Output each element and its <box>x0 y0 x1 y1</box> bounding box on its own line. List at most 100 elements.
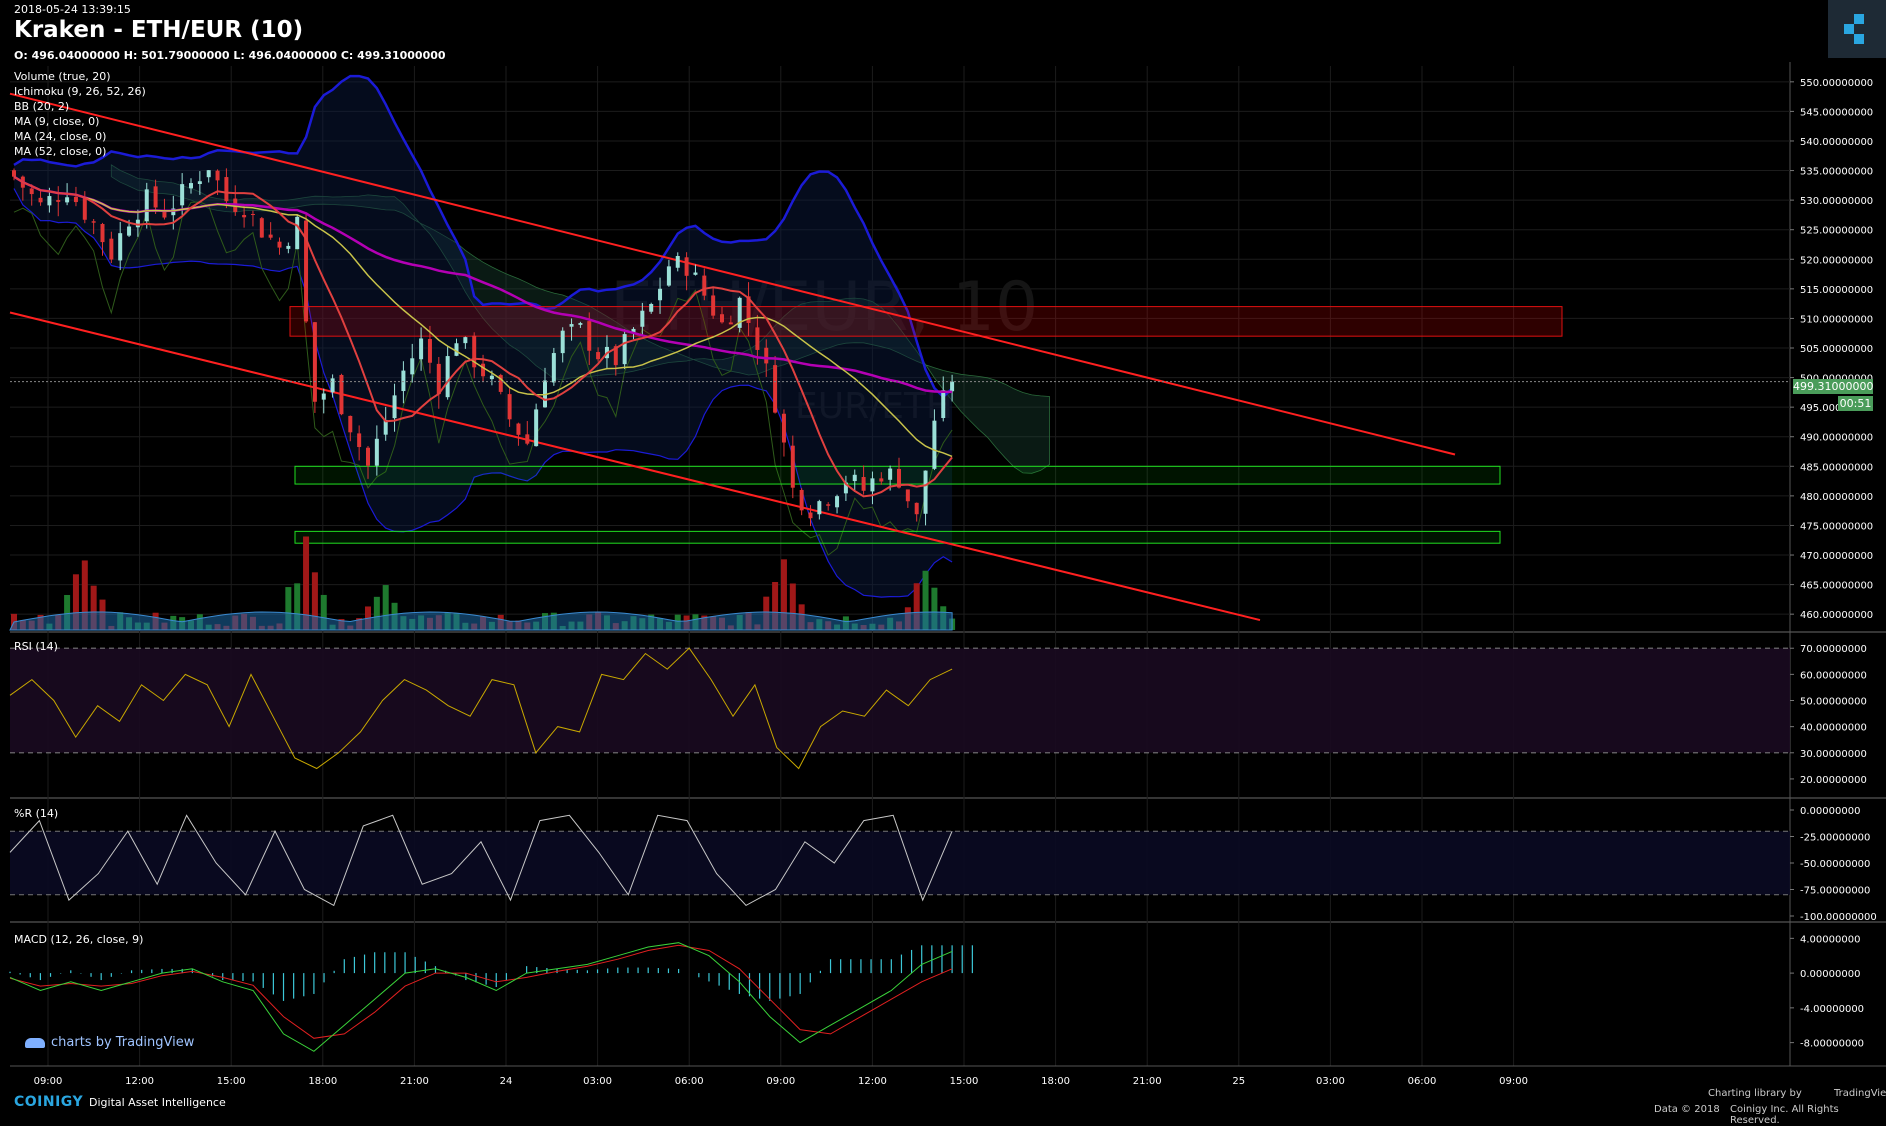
candle-body <box>852 474 857 482</box>
candle-body <box>312 322 317 402</box>
chart-svg[interactable]: 09:00 12:00 15:00 18:00 21:00 24 03:00 06:00 09:… <box>0 0 1886 1116</box>
candle-body <box>879 478 884 482</box>
pane-macd-label[interactable]: MACD (12, 26, close, 9) <box>14 933 143 946</box>
x-tick-label: 21:00 <box>400 1076 429 1087</box>
candle-body <box>259 218 264 238</box>
candle-body <box>436 363 441 395</box>
candle-body <box>675 256 680 268</box>
coinigy-logo[interactable]: COINIGY <box>14 1094 83 1110</box>
candle-body <box>29 188 34 195</box>
candle-body <box>693 272 698 275</box>
rsi-tick-label: 30.00000000 <box>1800 749 1867 760</box>
candle-body <box>250 214 255 216</box>
pane-rsi-label[interactable]: RSI (14) <box>14 640 58 653</box>
candle-body <box>516 423 521 435</box>
candle-body <box>640 310 645 327</box>
tradingview-small-label: TradingView <box>1834 1088 1886 1099</box>
indicator-ma24[interactable]: MA (24, close, 0) <box>14 130 106 143</box>
tradingview-cloud-icon <box>25 1037 45 1048</box>
candle-body <box>622 334 627 365</box>
candle-body <box>286 245 291 249</box>
candle-body <box>587 321 592 351</box>
x-tick-label: 06:00 <box>675 1076 704 1087</box>
rsi-tick-label: 50.00000000 <box>1800 697 1867 708</box>
candle-body <box>268 234 273 238</box>
candle-body <box>507 394 512 420</box>
x-tick-label: 09:00 <box>34 1076 63 1087</box>
indicator-volume[interactable]: Volume (true, 20) <box>14 70 111 83</box>
charting-library-label: Charting library by <box>1708 1088 1802 1099</box>
rsi-tick-label: 60.00000000 <box>1800 670 1867 681</box>
indicator-ma52[interactable]: MA (52, close, 0) <box>14 145 106 158</box>
y-tick-label: 510.00000000 <box>1800 314 1873 325</box>
candle-body <box>702 275 707 296</box>
macd-tick-label: -4.00000000 <box>1800 1004 1864 1015</box>
candle-body <box>118 233 123 261</box>
y-tick-label: 460.00000000 <box>1800 610 1873 621</box>
candle-body <box>534 409 539 447</box>
candle-body <box>764 347 769 364</box>
corner-icon-block-3 <box>1854 34 1864 44</box>
x-tick-label: 25 <box>1232 1076 1245 1087</box>
tradingview-label: charts by TradingView <box>51 1035 195 1050</box>
x-tick-label: 09:00 <box>766 1076 795 1087</box>
y-tick-label: 530.00000000 <box>1800 196 1873 207</box>
candle-body <box>808 512 813 519</box>
y-tick-label: 505.00000000 <box>1800 344 1873 355</box>
candle-body <box>321 393 326 400</box>
candle-body <box>56 200 61 202</box>
wr-band <box>10 831 1790 895</box>
candle-body <box>666 266 671 286</box>
candle-body <box>835 496 840 508</box>
y-tick-label: 535.00000000 <box>1800 167 1873 178</box>
candle-body <box>206 170 211 178</box>
rsi-band <box>10 648 1790 753</box>
chart-stage[interactable]: 09:00 12:00 15:00 18:00 21:00 24 03:00 06:00 09:… <box>0 0 1886 1116</box>
candle-body <box>144 189 149 222</box>
candle-body <box>560 330 565 354</box>
rsi-tick-label: 70.00000000 <box>1800 644 1867 655</box>
x-tick-label: 09:00 <box>1499 1076 1528 1087</box>
pane-wr-label[interactable]: %R (14) <box>14 807 58 820</box>
candle-body <box>755 327 760 350</box>
candle-body <box>489 375 494 380</box>
candle-body <box>826 504 831 506</box>
indicator-ichimoku[interactable]: Ichimoku (9, 26, 52, 26) <box>14 85 146 98</box>
candle-body <box>366 447 370 466</box>
indicator-bb[interactable]: BB (20, 2) <box>14 100 69 113</box>
candle-body <box>905 489 910 502</box>
corner-icon-block-1 <box>1854 14 1864 24</box>
tradingview-attribution[interactable]: charts by TradingView <box>25 1035 194 1050</box>
candle-body <box>197 181 202 185</box>
x-tick-label: 18:00 <box>1041 1076 1070 1087</box>
x-tick-label: 03:00 <box>1316 1076 1345 1087</box>
rsi-tick-label: 20.00000000 <box>1800 775 1867 786</box>
support-zone <box>294 530 1501 544</box>
candle-body <box>401 370 406 392</box>
x-tick-label: 12:00 <box>125 1076 154 1087</box>
copyright-label-2: Coinigy Inc. All Rights Reserved. <box>1730 1104 1839 1126</box>
candle-body <box>923 470 928 514</box>
macd-tick-label: 4.00000000 <box>1800 934 1860 945</box>
candle-body <box>277 241 282 248</box>
candle-body <box>224 177 229 202</box>
candle-body <box>454 343 459 356</box>
candle-body <box>427 338 432 363</box>
x-tick-label: 21:00 <box>1133 1076 1162 1087</box>
trendline-upper <box>9 92 1456 456</box>
coinigy-corner-icon[interactable] <box>1828 0 1886 58</box>
x-tick-label: 06:00 <box>1408 1076 1437 1087</box>
candle-body <box>596 352 601 360</box>
candle-body <box>481 363 486 377</box>
x-tick-label: 12:00 <box>858 1076 887 1087</box>
price-badge: 499.31000000 <box>1793 379 1874 394</box>
y-tick-label: 465.00000000 <box>1800 581 1873 592</box>
x-tick-label: 18:00 <box>308 1076 337 1087</box>
candle-body <box>100 224 105 243</box>
candle-body <box>153 186 158 208</box>
candle-body <box>109 238 114 260</box>
candle-body <box>348 415 353 433</box>
y-tick-label: 545.00000000 <box>1800 107 1873 118</box>
indicator-ma9[interactable]: MA (9, close, 0) <box>14 115 99 128</box>
candle-body <box>711 295 716 316</box>
